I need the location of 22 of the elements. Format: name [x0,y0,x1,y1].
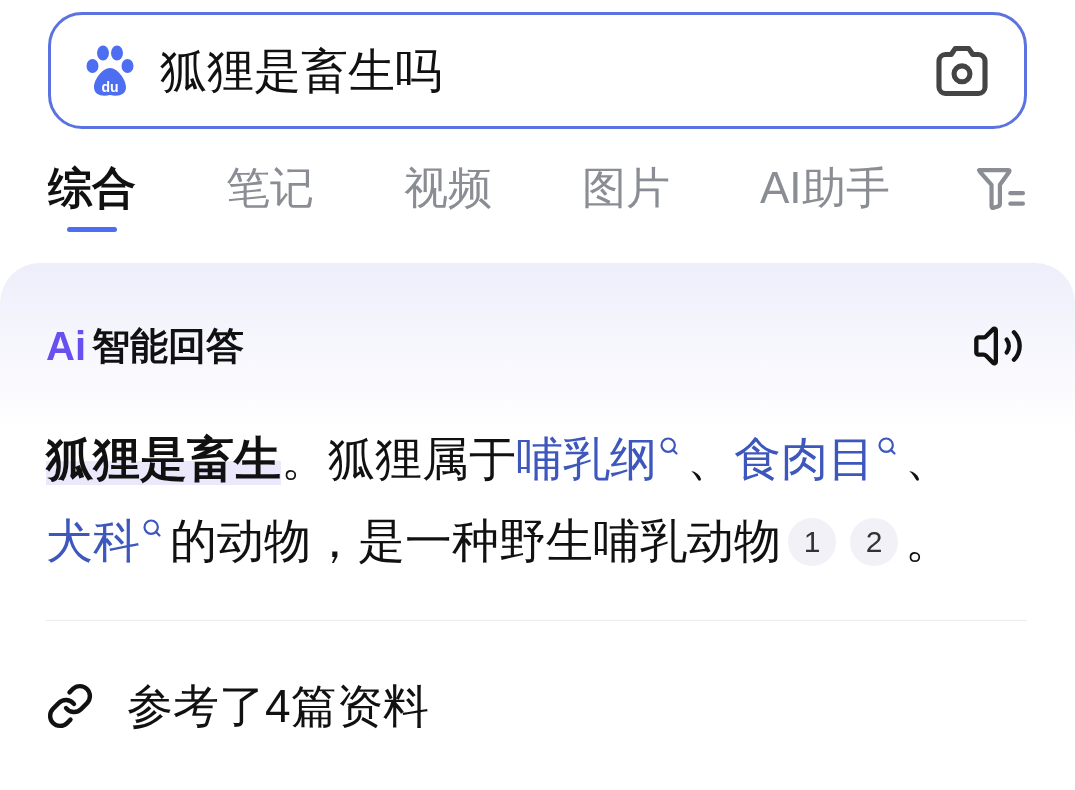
paw-logo: du [86,44,134,97]
search-query: 狐狸是畜生吗 [160,42,442,99]
camera-icon[interactable] [936,45,988,96]
search-icon [142,518,162,538]
search-icon [659,436,679,456]
citation-number[interactable]: 2 [850,517,898,566]
search-field[interactable]: du 狐狸是畜生吗 [48,12,1027,129]
term-link[interactable]: 哺乳纲 [516,418,679,500]
search-tab[interactable]: 综合 [48,160,136,232]
search-tab[interactable]: 图片 [582,160,670,232]
search-tab[interactable]: AI助手 [760,160,890,232]
citation-number[interactable]: 1 [788,517,836,566]
search-icon [877,436,897,456]
search-tab[interactable]: 笔记 [226,160,314,232]
search-tab[interactable]: 视频 [404,160,492,232]
section-title: 智能回答 [92,324,244,369]
ai-logo-text: Ai [46,323,86,370]
term-link[interactable]: 犬科 [46,500,162,582]
references-link[interactable]: 参考了4篇资料 [46,678,429,734]
term-link[interactable]: 食肉目 [734,418,897,500]
link-icon [46,682,94,730]
answer-text: 狐狸是畜生。狐狸属于哺乳纲 、食肉目 、 犬科 的动物，是一种野生哺乳动物 1 2 。 [46,418,1027,582]
